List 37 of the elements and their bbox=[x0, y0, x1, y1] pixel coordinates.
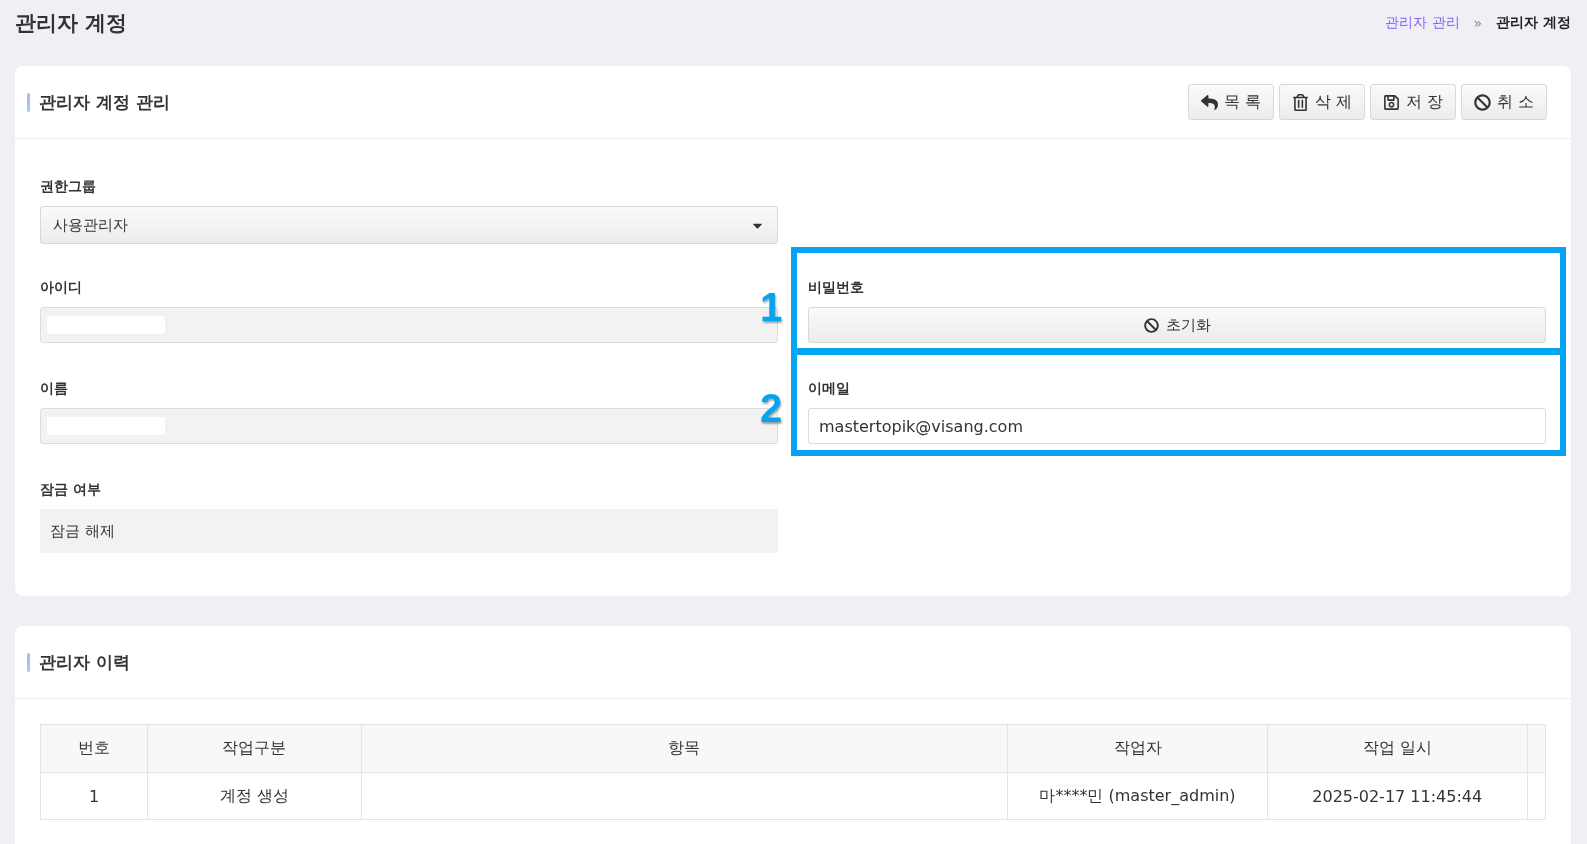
reply-arrow-icon bbox=[1200, 93, 1218, 111]
breadcrumb-current: 관리자 계정 bbox=[1496, 14, 1571, 32]
column-header: 번호 bbox=[40, 724, 148, 773]
trash-icon bbox=[1291, 93, 1309, 111]
toolbar-button[interactable]: 삭 제 bbox=[1278, 84, 1365, 120]
reset-button[interactable]: 초기화 bbox=[808, 307, 1546, 343]
annotation-number: 1 bbox=[760, 285, 783, 330]
table-cell: 마****민 (master_admin) bbox=[1007, 772, 1268, 820]
toolbar-button[interactable]: 취 소 bbox=[1460, 84, 1547, 120]
lock-status: 잠금 해제 bbox=[40, 509, 778, 553]
field-label: 잠금 여부 bbox=[40, 480, 102, 499]
field-label: 권한그룹 bbox=[40, 177, 97, 196]
card-title: 관리자 계정 관리 bbox=[39, 90, 170, 114]
field-label: 아이디 bbox=[40, 278, 83, 297]
table-cell: 계정 생성 bbox=[147, 772, 362, 820]
table-cell: 1 bbox=[40, 772, 148, 820]
column-header: 항목 bbox=[361, 724, 1008, 773]
table-cell: 2025-02-17 11:45:44 bbox=[1267, 772, 1528, 820]
breadcrumb-link[interactable]: 관리자 관리 bbox=[1385, 14, 1460, 32]
ban-icon bbox=[1143, 317, 1159, 333]
toolbar-button[interactable]: 저 장 bbox=[1369, 84, 1456, 120]
group-select[interactable]: 사용관리자 bbox=[40, 206, 778, 244]
toolbar-button[interactable]: 목 록 bbox=[1187, 84, 1274, 120]
field-label: 비밀번호 bbox=[808, 278, 865, 297]
field-label: 이메일 bbox=[808, 379, 851, 398]
page-title: 관리자 계정 bbox=[15, 10, 128, 37]
card-title: 관리자 이력 bbox=[39, 650, 130, 674]
breadcrumb-separator: » bbox=[1473, 15, 1483, 31]
column-header: 작업구분 bbox=[147, 724, 362, 773]
field-label: 이름 bbox=[40, 379, 69, 398]
accent-bar bbox=[27, 652, 30, 672]
accent-bar bbox=[27, 92, 30, 112]
ban-icon bbox=[1473, 93, 1491, 111]
annotation-number: 2 bbox=[760, 386, 783, 431]
column-header: 작업 일시 bbox=[1267, 724, 1528, 773]
column-header: 작업자 bbox=[1007, 724, 1268, 773]
input-field[interactable]: mastertopik@visang.com bbox=[808, 408, 1546, 444]
